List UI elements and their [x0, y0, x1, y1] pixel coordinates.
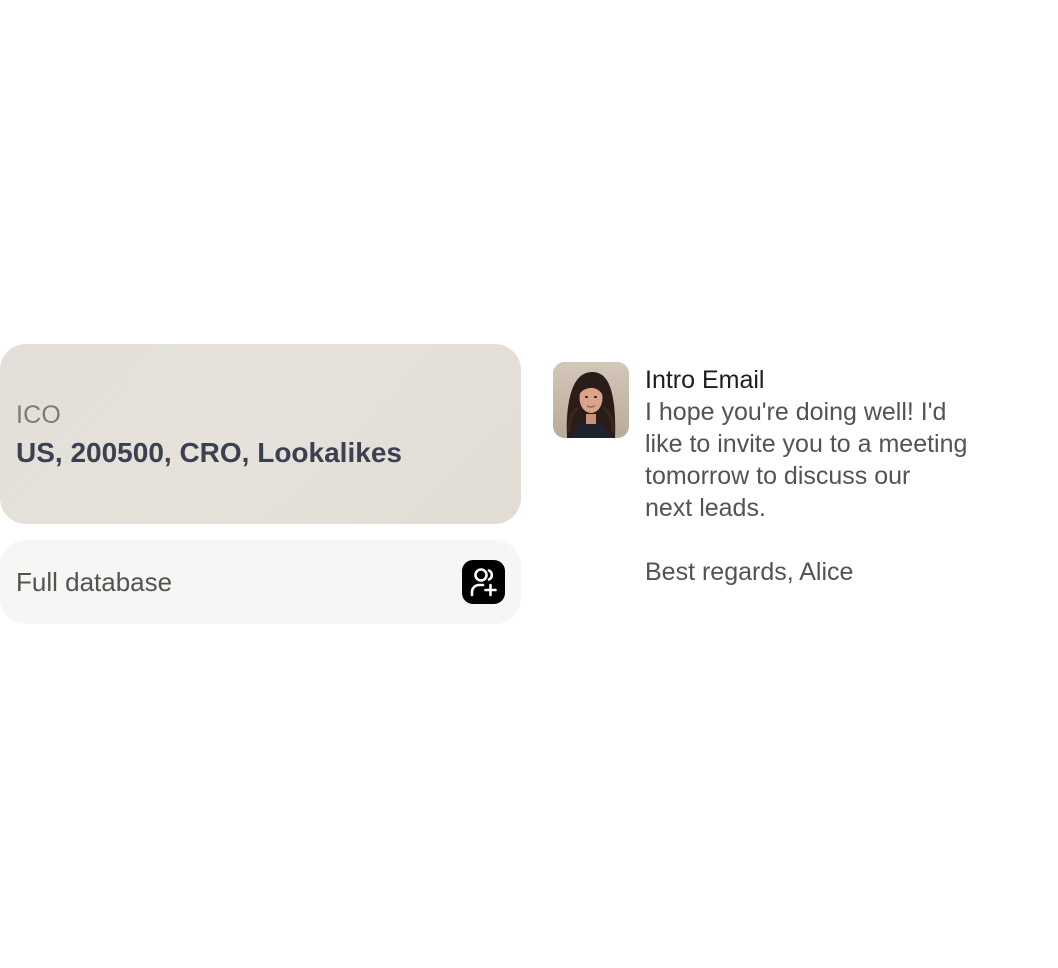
- icp-label: ICO: [16, 401, 62, 429]
- email-signoff: Best regards, Alice: [645, 558, 854, 586]
- icp-value: US, 200500, CRO, Lookalikes: [16, 437, 402, 468]
- email-body: I hope you're doing well! I'd like to in…: [645, 398, 968, 522]
- database-label: Full database: [16, 566, 173, 597]
- database-card[interactable]: Full database: [0, 540, 521, 624]
- icp-card[interactable]: ICO US, 200500, CRO, Lookalikes: [0, 344, 521, 524]
- add-user-button[interactable]: [462, 560, 505, 604]
- email-title: Intro Email: [645, 366, 765, 394]
- user-add-icon: [470, 568, 497, 597]
- email-content: Intro Email I hope you're doing well! I'…: [645, 364, 1025, 588]
- page: ICO US, 200500, CRO, Lookalikes Full dat…: [0, 0, 1058, 968]
- avatar: [553, 362, 629, 438]
